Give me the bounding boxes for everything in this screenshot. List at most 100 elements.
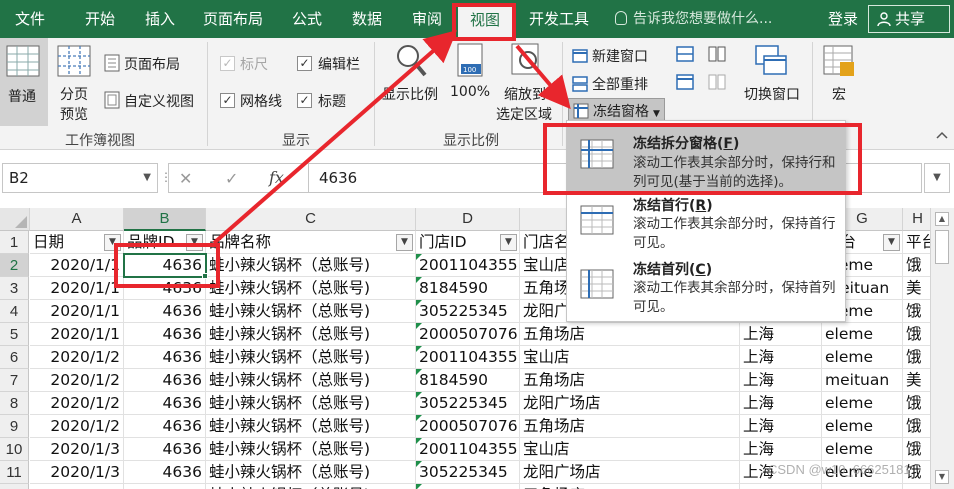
row-header[interactable]: 4: [0, 300, 29, 323]
table-cell[interactable]: 上海: [740, 438, 822, 461]
menu-item-freeze-top-row[interactable]: 冻结首行(R) 滚动工作表其余部分时，保持首行可见。: [567, 191, 845, 257]
table-cell[interactable]: 蛙小辣火锅杯（总账号): [206, 438, 416, 461]
share-button[interactable]: 共享: [868, 5, 950, 33]
row-header[interactable]: [0, 484, 29, 489]
table-cell[interactable]: 2020/1/1: [30, 277, 124, 300]
table-cell[interactable]: eleme: [822, 392, 903, 415]
row-header[interactable]: 11: [0, 461, 29, 484]
row-header[interactable]: 1: [0, 231, 29, 254]
table-cell[interactable]: 饿: [903, 392, 930, 415]
new-window-button[interactable]: 新建窗口: [572, 46, 648, 66]
column-header-h[interactable]: H: [903, 208, 930, 231]
table-cell[interactable]: 蛙小辣火锅杯（总账号): [206, 277, 416, 300]
table-cell[interactable]: [416, 484, 520, 489]
insert-function-icon[interactable]: fx: [269, 168, 284, 187]
table-cell[interactable]: 美: [903, 369, 930, 392]
scroll-down-icon[interactable]: ▼: [935, 470, 949, 484]
tab-page-layout[interactable]: 页面布局: [196, 0, 270, 38]
column-header-b[interactable]: B: [124, 208, 206, 231]
table-cell[interactable]: 4636: [124, 254, 206, 277]
table-cell[interactable]: 2020/1/1: [30, 300, 124, 323]
table-cell[interactable]: eleme: [822, 415, 903, 438]
row-header[interactable]: 3: [0, 277, 29, 300]
ruler-checkbox[interactable]: ✓: [220, 56, 235, 71]
header-cell[interactable]: 日期 ▼: [30, 231, 124, 254]
cancel-icon[interactable]: ✕: [179, 169, 192, 188]
page-break-preview-button[interactable]: 分页 预览: [52, 38, 96, 126]
table-cell[interactable]: 4636: [124, 300, 206, 323]
table-cell[interactable]: 2020/1/2: [30, 369, 124, 392]
table-cell[interactable]: 4636: [124, 323, 206, 346]
row-header[interactable]: 6: [0, 346, 29, 369]
table-cell[interactable]: 2020/1/2: [30, 346, 124, 369]
table-cell[interactable]: 五角场店: [520, 415, 740, 438]
name-box-dropdown-icon[interactable]: ▼: [143, 164, 151, 192]
table-cell[interactable]: 蛙小辣火锅杯（总账号): [206, 369, 416, 392]
macros-button[interactable]: 宏: [818, 38, 862, 126]
view-side-by-side-button[interactable]: [708, 46, 728, 64]
column-header-d[interactable]: D: [416, 208, 520, 231]
scroll-thumb[interactable]: [935, 230, 949, 264]
table-cell[interactable]: [822, 484, 903, 489]
normal-view-button[interactable]: 普通: [0, 38, 48, 126]
table-cell[interactable]: 龙阳广场店: [520, 461, 740, 484]
zoom-button[interactable]: 显示比例: [380, 38, 442, 126]
table-cell[interactable]: 美: [903, 277, 930, 300]
scroll-up-icon[interactable]: ▲: [935, 212, 949, 226]
filter-dropdown-icon[interactable]: ▼: [186, 234, 203, 251]
sync-scroll-button[interactable]: [708, 74, 728, 92]
table-cell[interactable]: 蛙小辣火锅杯（总账号): [206, 254, 416, 277]
zoom-to-selection-button[interactable]: 缩放到 选定区域: [496, 38, 560, 126]
header-cell[interactable]: 门店ID ▼: [416, 231, 520, 254]
tab-developer[interactable]: 开发工具: [520, 0, 598, 38]
tab-data[interactable]: 数据: [342, 0, 392, 38]
table-cell[interactable]: eleme: [822, 346, 903, 369]
row-header[interactable]: 8: [0, 392, 29, 415]
table-cell[interactable]: eleme: [822, 438, 903, 461]
tab-review[interactable]: 审阅: [402, 0, 452, 38]
row-header[interactable]: 10: [0, 438, 29, 461]
filter-dropdown-icon[interactable]: ▼: [883, 234, 900, 251]
switch-windows-button[interactable]: 切换窗口: [740, 38, 804, 126]
table-cell[interactable]: [30, 484, 124, 489]
table-cell[interactable]: 蛙小辣火锅杯（总账号): [206, 300, 416, 323]
menu-item-freeze-first-column[interactable]: 冻结首列(C) 滚动工作表其余部分时，保持首列可见。: [567, 255, 845, 321]
table-cell[interactable]: 4636: [124, 392, 206, 415]
table-cell[interactable]: 蛙小辣火锅杯（总账号): [206, 392, 416, 415]
tab-view[interactable]: 视图: [458, 4, 512, 38]
table-cell[interactable]: 8184590: [416, 277, 520, 300]
gridlines-checkbox[interactable]: ✓: [220, 93, 235, 108]
table-cell[interactable]: 五角场店: [520, 369, 740, 392]
row-header[interactable]: 5: [0, 323, 29, 346]
table-cell[interactable]: [740, 484, 822, 489]
menu-item-freeze-panes[interactable]: 冻结拆分窗格(F) 滚动工作表其余部分时，保持行和列可见(基于当前的选择)。: [567, 125, 845, 191]
fill-handle[interactable]: [202, 273, 208, 279]
table-cell[interactable]: 2020/1/3: [30, 461, 124, 484]
formula-bar-checkbox[interactable]: ✓: [297, 56, 312, 71]
name-box[interactable]: B2 ▼: [2, 163, 158, 193]
table-cell[interactable]: 上海: [740, 323, 822, 346]
zoom-100-button[interactable]: 100 100%: [446, 38, 494, 126]
enter-icon[interactable]: ✓: [225, 169, 238, 188]
hide-window-button[interactable]: [676, 74, 696, 92]
table-cell[interactable]: 4636: [124, 461, 206, 484]
table-cell[interactable]: 五角场店: [520, 323, 740, 346]
custom-views-button[interactable]: 自定义视图: [104, 91, 194, 111]
table-cell[interactable]: 饿: [903, 300, 930, 323]
tell-me-box[interactable]: 告诉我您想要做什么...: [615, 0, 772, 38]
filter-dropdown-icon[interactable]: ▼: [104, 234, 121, 251]
login-link[interactable]: 登录: [828, 0, 858, 38]
table-cell[interactable]: 上海: [740, 346, 822, 369]
table-cell[interactable]: 2020/1/2: [30, 392, 124, 415]
collapse-ribbon-button[interactable]: [936, 128, 950, 142]
table-cell[interactable]: 上海: [740, 392, 822, 415]
table-cell[interactable]: 宝山店: [520, 346, 740, 369]
table-cell[interactable]: 8184590: [416, 369, 520, 392]
table-cell[interactable]: 305225345: [416, 300, 520, 323]
table-cell[interactable]: 饿: [903, 415, 930, 438]
table-cell[interactable]: 饿: [903, 438, 930, 461]
table-cell[interactable]: 2000507076: [416, 323, 520, 346]
tab-home[interactable]: 开始: [72, 0, 128, 38]
table-cell[interactable]: 蛙小辣火锅杯（总账号): [206, 415, 416, 438]
table-cell[interactable]: [903, 484, 930, 489]
